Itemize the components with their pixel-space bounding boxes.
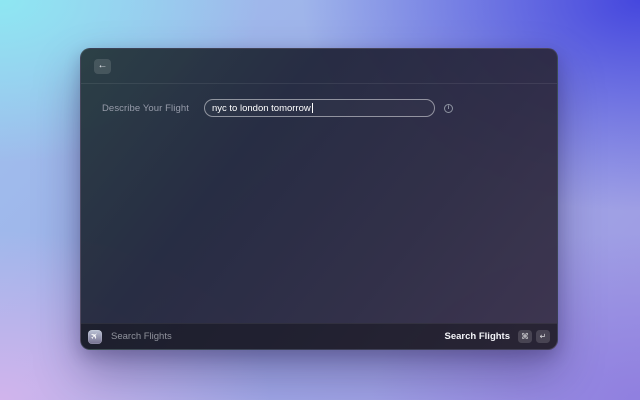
return-key-icon: ↵ <box>536 330 550 343</box>
flight-description-input[interactable]: nyc to london tomorrow <box>204 99 435 117</box>
flight-description-value: nyc to london tomorrow <box>212 102 311 114</box>
flight-description-label: Describe Your Flight <box>101 102 189 114</box>
airplane-icon: ✈ <box>88 329 102 344</box>
extension-chip: ✈ Search Flights <box>88 329 172 344</box>
window-header: ← <box>81 49 557 84</box>
form-row: Describe Your Flight nyc to london tomor… <box>81 99 557 117</box>
text-caret <box>311 103 313 113</box>
form-area: Describe Your Flight nyc to london tomor… <box>81 84 557 323</box>
info-icon[interactable]: i <box>444 103 453 113</box>
action-bar: ✈ Search Flights Search Flights ⌘ ↵ <box>81 323 557 349</box>
search-flights-action-button[interactable]: Search Flights <box>445 331 510 342</box>
command-key-icon: ⌘ <box>518 330 532 343</box>
back-arrow-icon: ← <box>97 60 108 71</box>
desktop-backdrop: ← Describe Your Flight nyc to london tom… <box>0 0 640 400</box>
back-button[interactable]: ← <box>94 58 111 74</box>
extension-title: Search Flights <box>111 331 172 342</box>
app-window: ← Describe Your Flight nyc to london tom… <box>80 48 558 350</box>
